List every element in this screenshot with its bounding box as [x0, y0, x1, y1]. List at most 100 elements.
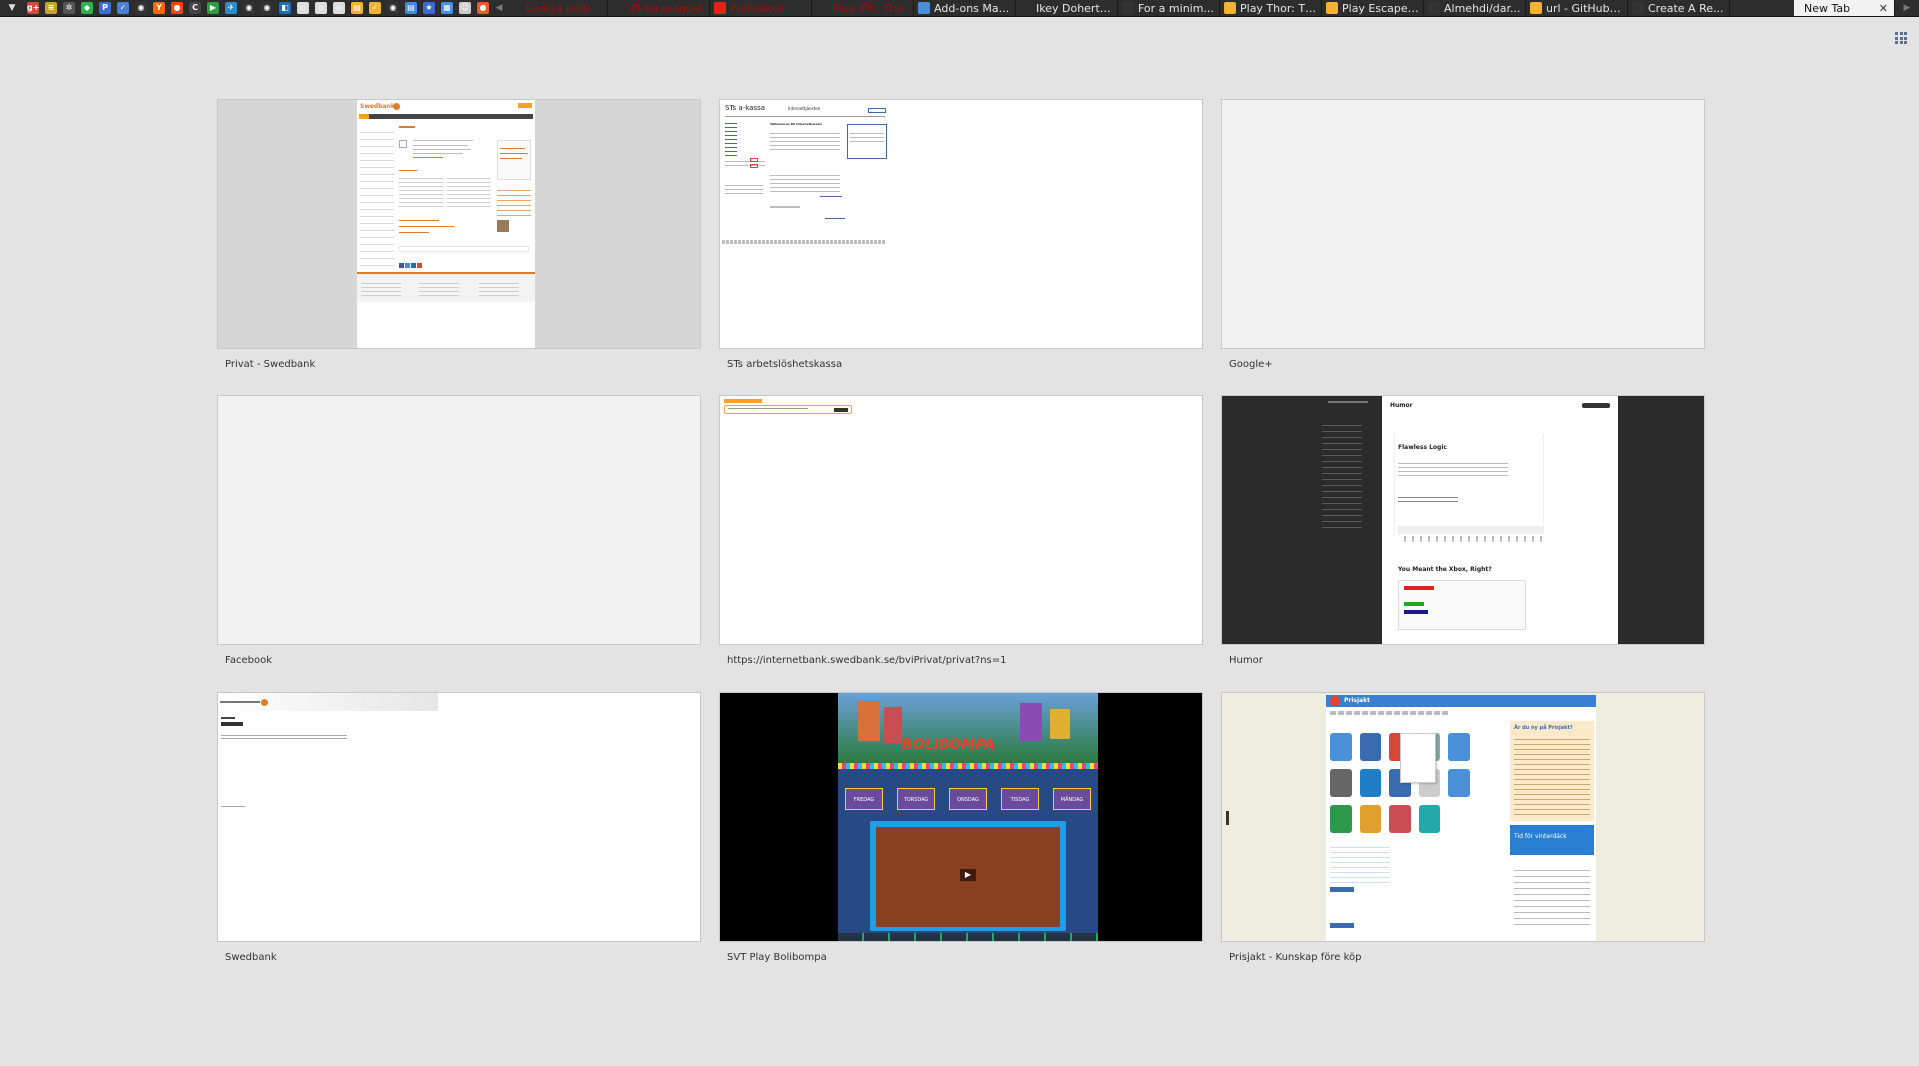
pinned-tab[interactable]: ▫ [330, 0, 348, 16]
pinned-tab[interactable]: ◉ [384, 0, 402, 16]
pinned-tab[interactable]: ▫ [294, 0, 312, 16]
close-tab-icon[interactable]: ✕ [1879, 2, 1888, 15]
day-tab[interactable]: TISDAG [1001, 788, 1039, 810]
most-visited-tile[interactable]: Humor Flawless Logic You Meant the Xbox,… [1221, 395, 1705, 666]
github-icon: ◉ [243, 2, 255, 14]
pinned-tab[interactable]: g+ [24, 0, 42, 16]
github-icon: ◉ [261, 2, 273, 14]
app-icon: ✓ [117, 2, 129, 14]
c-icon: C [189, 2, 201, 14]
most-visited-tile[interactable]: Swedbank [217, 99, 701, 370]
thumbnail-prisjakt[interactable]: Prisjakt Är du ny på Prisjakt? Tid för v… [1221, 692, 1705, 942]
most-visited-tile[interactable]: Swedbank [217, 692, 701, 963]
pinned-tab[interactable]: ◉ [132, 0, 150, 16]
settings-icon: ✲ [63, 2, 75, 14]
star-icon: ★ [423, 2, 435, 14]
pinned-tab[interactable]: ▤ [402, 0, 420, 16]
pinned-tab[interactable]: Y [150, 0, 168, 16]
pinned-tab[interactable]: ▫ [312, 0, 330, 16]
pinned-tab[interactable]: ✈ [222, 0, 240, 16]
browser-tab[interactable]: Ikey Doherty... [1016, 0, 1118, 16]
day-tab[interactable]: TORSDAG [897, 788, 935, 810]
humor-post-title: Flawless Logic [1398, 444, 1447, 451]
tab-title: Play Escape ... [1342, 1, 1419, 15]
thumbnail-swedbank-login[interactable] [719, 395, 1203, 645]
most-visited-tile[interactable]: https://internetbank.swedbank.se/bviPriv… [719, 395, 1203, 666]
tile-title[interactable]: SVT Play Bolibompa [719, 952, 1203, 963]
tile-title[interactable]: Humor [1221, 655, 1705, 666]
akassa-heading: Internettjänsten [788, 106, 821, 111]
tab-scroll-right-icon[interactable]: ▶ [1895, 3, 1919, 13]
apps-grid-icon[interactable] [1895, 32, 1907, 44]
browser-tab[interactable]: Add-ons Ma... [914, 0, 1016, 16]
browser-tab[interactable]: Prehistoric [710, 0, 812, 16]
tab-title: Ikey Doherty... [1036, 1, 1113, 15]
pinned-tab[interactable]: ☺ [456, 0, 474, 16]
tab-menu-dropdown-icon[interactable]: ▼ [0, 0, 24, 16]
pinned-tab[interactable]: ◧ [276, 0, 294, 16]
pinned-tab[interactable]: ▤ [348, 0, 366, 16]
prisjakt-sidebar-title: Är du ny på Prisjakt? [1514, 725, 1573, 731]
day-tab[interactable]: FREDAG [845, 788, 883, 810]
browser-tab[interactable]: Lediga jobb [506, 0, 608, 16]
tab-new-tab[interactable]: New Tab ✕ [1794, 0, 1895, 16]
pinned-tab[interactable]: ✲ [60, 0, 78, 16]
browser-tab[interactable]: Väderseendet [608, 0, 710, 16]
browser-tab[interactable]: url - GitHub ... [1526, 0, 1628, 16]
tile-title[interactable]: https://internetbank.swedbank.se/bviPriv… [719, 655, 1203, 666]
thumbnail-humor[interactable]: Humor Flawless Logic You Meant the Xbox,… [1221, 395, 1705, 645]
hacker-news-icon: Y [153, 2, 165, 14]
pinned-tab[interactable]: ✓ [114, 0, 132, 16]
pinned-tab[interactable]: ● [168, 0, 186, 16]
most-visited-tile[interactable]: STs a-kassa Internettjänsten Välkommen t… [719, 99, 1203, 370]
most-visited-tile[interactable]: Google+ [1221, 99, 1705, 370]
swedbank-logo: Swedbank [360, 103, 395, 110]
most-visited-tile[interactable]: BOLIBOMPA FREDAG TORSDAG ONSDAG TISDAG M… [719, 692, 1203, 963]
favicon-icon [1530, 2, 1542, 14]
day-tab[interactable]: ONSDAG [949, 788, 987, 810]
tile-title[interactable]: Swedbank [217, 952, 701, 963]
tab-title: Väderseendet [628, 1, 704, 15]
browser-tab[interactable]: Play IPK: The [812, 0, 914, 16]
pinned-tab[interactable]: ◉ [240, 0, 258, 16]
thumbnail-bolibompa[interactable]: BOLIBOMPA FREDAG TORSDAG ONSDAG TISDAG M… [719, 692, 1203, 942]
favicon-icon [1020, 2, 1032, 14]
browser-tab[interactable]: Almehdi/dar... [1424, 0, 1526, 16]
day-tab[interactable]: MÅNDAG [1053, 788, 1091, 810]
tile-title[interactable]: Facebook [217, 655, 701, 666]
tile-title[interactable]: Privat - Swedbank [217, 359, 701, 370]
github-icon: ◉ [135, 2, 147, 14]
browser-tab[interactable]: Play Thor: Th... [1220, 0, 1322, 16]
page-preview: Swedbank [357, 100, 535, 348]
browser-tab[interactable]: Play Escape ... [1322, 0, 1424, 16]
tile-title[interactable]: STs arbetslöshetskassa [719, 359, 1203, 370]
pinned-tab[interactable]: ◉ [258, 0, 276, 16]
tab-scroll-left-icon[interactable]: ◀ [492, 3, 506, 13]
pinned-tab[interactable]: ◆ [78, 0, 96, 16]
tile-title[interactable]: Prisjakt - Kunskap före köp [1221, 952, 1705, 963]
most-visited-tile[interactable]: Prisjakt Är du ny på Prisjakt? Tid för v… [1221, 692, 1705, 963]
pinned-tab[interactable]: P [96, 0, 114, 16]
most-visited-tile[interactable]: Facebook [217, 395, 701, 666]
pinned-tab[interactable]: ✓ [366, 0, 384, 16]
browser-tab[interactable]: For a minim... [1118, 0, 1220, 16]
feedly-icon: ◆ [81, 2, 93, 14]
thumbnail-facebook[interactable] [217, 395, 701, 645]
favicon-icon [1122, 2, 1134, 14]
pinned-tab[interactable]: C [186, 0, 204, 16]
pinned-tab[interactable]: ▶ [204, 0, 222, 16]
pinned-tab[interactable]: ● [474, 0, 492, 16]
browser-tab[interactable]: Create A Re... [1628, 0, 1730, 16]
favicon-icon [1632, 2, 1644, 14]
pinned-tab[interactable]: ▦ [438, 0, 456, 16]
play-icon: ▶ [207, 2, 219, 14]
open-tabs: Lediga jobb Väderseendet Prehistoric Play I… [506, 0, 1794, 16]
thumbnail-akassa[interactable]: STs a-kassa Internettjänsten Välkommen t… [719, 99, 1203, 349]
pinned-tab[interactable]: ★ [420, 0, 438, 16]
play-icon[interactable]: ▶ [960, 869, 976, 881]
tile-title[interactable]: Google+ [1221, 359, 1705, 370]
thumbnail-swedbank[interactable]: Swedbank [217, 99, 701, 349]
pinned-tab[interactable]: ≡ [42, 0, 60, 16]
thumbnail-google-plus[interactable] [1221, 99, 1705, 349]
thumbnail-swedbank-min[interactable] [217, 692, 701, 942]
